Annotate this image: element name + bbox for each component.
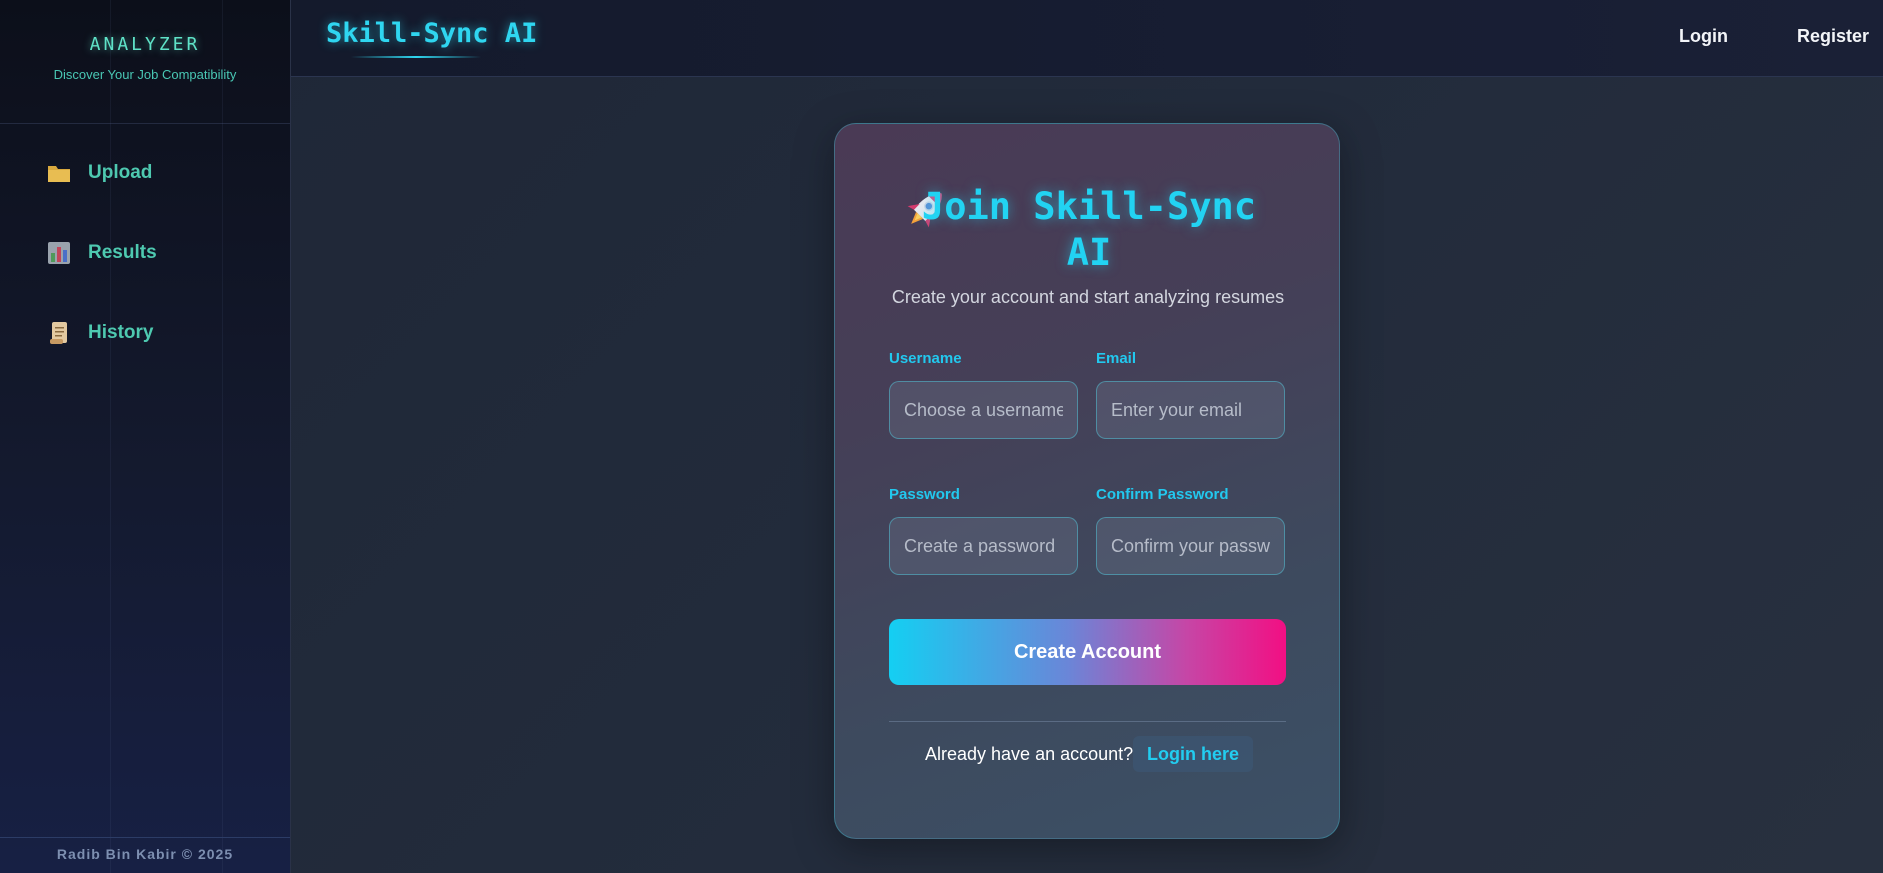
grid-line [110, 0, 111, 873]
sidebar-item-label: History [88, 322, 154, 343]
nav-register-link[interactable]: Register [1797, 26, 1869, 47]
sidebar-item-label: Results [88, 242, 157, 263]
bar-chart-icon [46, 240, 72, 266]
username-input[interactable] [889, 381, 1078, 439]
grid-line [222, 0, 223, 873]
sidebar-item-history[interactable]: History [0, 314, 290, 352]
sidebar-item-upload[interactable]: Upload [0, 154, 290, 192]
login-here-link[interactable]: Login here [1133, 736, 1254, 772]
sidebar-tagline: Discover Your Job Compatibility [53, 67, 237, 82]
sidebar: ANALYZER Discover Your Job Compatibility… [0, 0, 291, 873]
register-card: Join Skill-Sync AI Create your account a… [834, 123, 1340, 839]
username-label: Username [889, 350, 962, 367]
logo-underline [351, 56, 481, 58]
confirm-password-label: Confirm Password [1096, 486, 1229, 503]
form-subtitle: Create your account and start analyzing … [891, 287, 1285, 307]
confirm-password-input[interactable] [1096, 517, 1285, 575]
password-input[interactable] [889, 517, 1078, 575]
password-label: Password [889, 486, 960, 503]
sidebar-item-label: Upload [88, 162, 153, 183]
sidebar-footer: Radib Bin Kabir © 2025 [0, 837, 290, 873]
app-logo[interactable]: Skill-Sync AI [326, 18, 537, 49]
email-input[interactable] [1096, 381, 1285, 439]
top-navbar: Skill-Sync AI Login Register [291, 0, 1883, 77]
email-label: Email [1096, 350, 1137, 367]
sidebar-item-results[interactable]: Results [0, 234, 290, 272]
sidebar-header: ANALYZER Discover Your Job Compatibility [0, 0, 290, 124]
folder-icon [46, 160, 72, 186]
sidebar-brand: ANALYZER [89, 34, 201, 55]
nav-login-link[interactable]: Login [1679, 26, 1728, 47]
sidebar-nav: Upload Results History [0, 154, 290, 352]
scroll-icon [46, 320, 72, 346]
divider [889, 721, 1286, 722]
login-prompt-text: Already have an account? [925, 744, 1134, 764]
form-title: Join Skill-Sync AI [921, 185, 1257, 274]
create-account-button[interactable]: Create Account [889, 619, 1286, 685]
